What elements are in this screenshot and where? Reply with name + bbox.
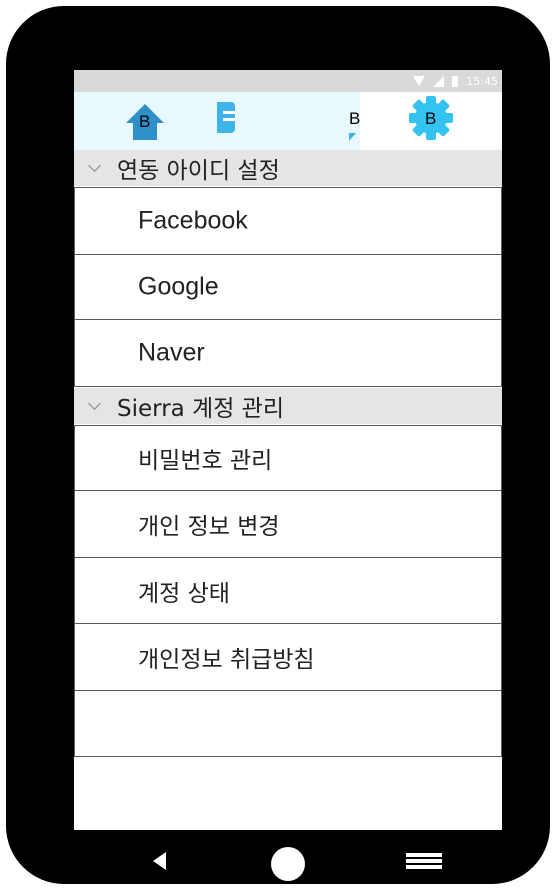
home-circle-icon[interactable] <box>271 847 305 881</box>
section-header-sierra-account[interactable]: Sierra 계정 관리 <box>74 388 502 424</box>
chevron-down-icon <box>88 397 101 410</box>
status-bar: 15:45 <box>74 70 502 92</box>
list-item-account-status[interactable]: 계정 상태 <box>74 557 502 624</box>
tab-bar: B B B <box>74 92 502 150</box>
tab-settings-label: B <box>425 109 437 128</box>
list-item-label: Google <box>138 272 219 301</box>
list-item-label: Facebook <box>138 206 248 235</box>
list-item-empty <box>74 690 502 757</box>
list-item-facebook[interactable]: Facebook <box>74 187 502 255</box>
list-item-google[interactable]: Google <box>74 254 502 320</box>
list-item-label: 비밀번호 관리 <box>138 448 273 474</box>
list-item-naver[interactable]: Naver <box>74 319 502 387</box>
app-screen: 15:45 B B B 연동 아이디 설정 Facebook Google Na… <box>74 70 502 830</box>
back-icon[interactable] <box>153 852 166 870</box>
list-item-privacy-policy[interactable]: 개인정보 취급방침 <box>74 623 502 691</box>
tab-home-label: B <box>139 112 151 131</box>
wifi-icon <box>413 76 426 86</box>
list-item-personal-info[interactable]: 개인 정보 변경 <box>74 490 502 558</box>
tab-chat-label: B <box>349 109 361 128</box>
nav-bar <box>74 830 502 890</box>
chevron-down-icon <box>88 159 101 172</box>
section-header-linked-accounts[interactable]: 연동 아이디 설정 <box>74 150 502 186</box>
tab-settings[interactable]: B <box>360 92 502 150</box>
status-time: 15:45 <box>466 74 498 88</box>
list-item-label: 계정 상태 <box>138 580 230 607</box>
tab-home[interactable]: B <box>74 92 217 150</box>
battery-icon <box>452 75 459 87</box>
list-item-label: Naver <box>138 338 205 367</box>
signal-icon <box>433 75 445 87</box>
section-title: 연동 아이디 설정 <box>117 158 280 184</box>
chat-icon <box>217 102 356 141</box>
tab-chat[interactable]: B <box>217 92 360 150</box>
menu-icon[interactable] <box>406 853 442 869</box>
section-title: Sierra 계정 관리 <box>117 396 285 422</box>
list-item-label: 개인 정보 변경 <box>138 514 280 540</box>
list-item-label: 개인정보 취급방침 <box>138 647 315 673</box>
list-item-password[interactable]: 비밀번호 관리 <box>74 425 502 491</box>
